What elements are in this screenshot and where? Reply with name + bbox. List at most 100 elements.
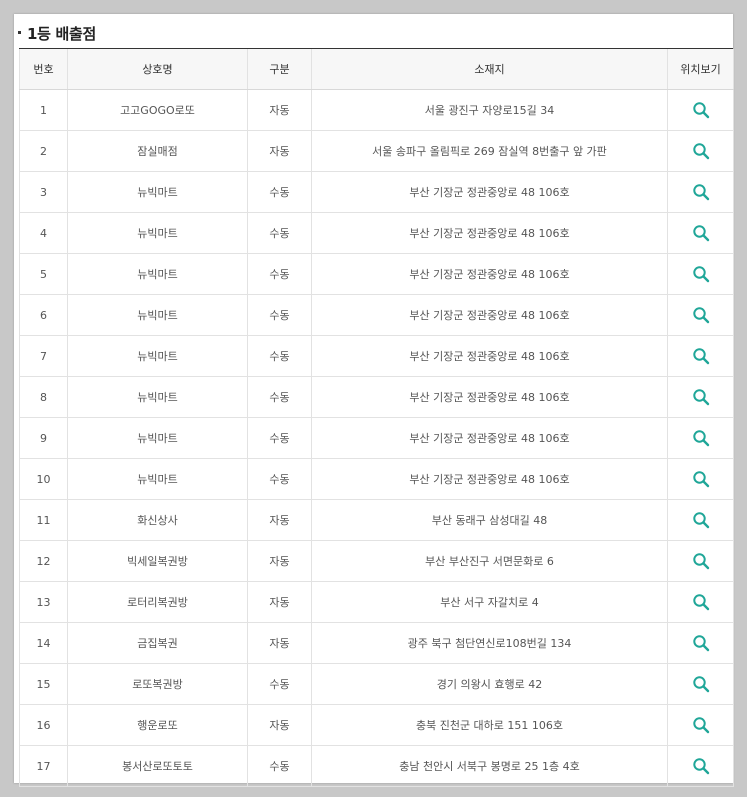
row-store-name: 잠실매점 [67,130,248,172]
row-location-cell [667,458,734,500]
search-icon[interactable] [692,552,710,570]
table-row: 7 뉴빅마트 수동 부산 기장군 정관중앙로 48 106호 [19,335,734,377]
row-address: 서울 광진구 자양로15길 34 [311,89,668,131]
row-store-name: 행운로또 [67,704,248,746]
row-type: 수동 [247,335,312,377]
search-icon[interactable] [692,634,710,652]
row-store-name: 고고GOGO로또 [67,89,248,131]
row-address: 부산 기장군 정관중앙로 48 106호 [311,253,668,295]
search-icon[interactable] [692,142,710,160]
search-icon[interactable] [692,265,710,283]
row-location-cell [667,581,734,623]
row-type: 수동 [247,212,312,254]
row-type: 수동 [247,376,312,418]
header-store-name: 상호명 [67,49,248,90]
search-icon[interactable] [692,306,710,324]
row-address: 부산 동래구 삼성대길 48 [311,499,668,541]
row-store-name: 금집복권 [67,622,248,664]
row-address: 부산 기장군 정관중앙로 48 106호 [311,458,668,500]
table-row: 15 로또복권방 수동 경기 의왕시 효행로 42 [19,663,734,705]
row-type: 자동 [247,704,312,746]
row-address: 광주 북구 첨단연신로108번길 134 [311,622,668,664]
row-number: 5 [19,253,68,295]
row-type: 수동 [247,253,312,295]
row-number: 8 [19,376,68,418]
search-icon[interactable] [692,347,710,365]
search-icon[interactable] [692,593,710,611]
row-type: 수동 [247,663,312,705]
row-location-cell [667,253,734,295]
table-row: 5 뉴빅마트 수동 부산 기장군 정관중앙로 48 106호 [19,253,734,295]
row-number: 7 [19,335,68,377]
stores-table: 번호 상호명 구분 소재지 위치보기 1 고고GOGO로또 자동 서울 광진구 자양로… [19,49,734,787]
row-address: 부산 기장군 정관중앙로 48 106호 [311,171,668,213]
row-number: 9 [19,417,68,459]
winning-stores-panel: 1등 배출점 번호 상호명 구분 소재지 위치보기 1 고고GOGO로또 자동 서울 … [14,14,734,787]
row-address: 부산 서구 자갈치로 4 [311,581,668,623]
search-icon[interactable] [692,511,710,529]
search-icon[interactable] [692,757,710,775]
row-type: 자동 [247,130,312,172]
row-type: 자동 [247,89,312,131]
header-address: 소재지 [311,49,668,90]
table-header-row: 번호 상호명 구분 소재지 위치보기 [19,49,734,90]
row-address: 서울 송파구 올림픽로 269 잠실역 8번출구 앞 가판 [311,130,668,172]
row-number: 12 [19,540,68,582]
search-icon[interactable] [692,716,710,734]
search-icon[interactable] [692,675,710,693]
row-address: 부산 기장군 정관중앙로 48 106호 [311,417,668,459]
row-address: 부산 부산진구 서면문화로 6 [311,540,668,582]
table-row: 8 뉴빅마트 수동 부산 기장군 정관중앙로 48 106호 [19,376,734,418]
row-address: 부산 기장군 정관중앙로 48 106호 [311,335,668,377]
search-icon[interactable] [692,101,710,119]
row-number: 10 [19,458,68,500]
row-number: 11 [19,499,68,541]
row-location-cell [667,540,734,582]
search-icon[interactable] [692,224,710,242]
table-row: 9 뉴빅마트 수동 부산 기장군 정관중앙로 48 106호 [19,417,734,459]
header-type: 구분 [247,49,312,90]
row-type: 자동 [247,499,312,541]
bullet-marker [18,30,21,34]
row-location-cell [667,130,734,172]
row-type: 자동 [247,540,312,582]
row-store-name: 로터리복권방 [67,581,248,623]
row-type: 자동 [247,622,312,664]
row-number: 2 [19,130,68,172]
table-row: 2 잠실매점 자동 서울 송파구 올림픽로 269 잠실역 8번출구 앞 가판 [19,130,734,172]
row-number: 17 [19,745,68,787]
row-number: 16 [19,704,68,746]
row-store-name: 뉴빅마트 [67,253,248,295]
row-address: 경기 의왕시 효행로 42 [311,663,668,705]
row-location-cell [667,89,734,131]
search-icon[interactable] [692,388,710,406]
section-header: 1등 배출점 [18,20,96,46]
row-address: 부산 기장군 정관중앙로 48 106호 [311,294,668,336]
row-location-cell [667,622,734,664]
row-location-cell [667,745,734,787]
row-number: 1 [19,89,68,131]
search-icon[interactable] [692,470,710,488]
row-address: 부산 기장군 정관중앙로 48 106호 [311,212,668,254]
header-location: 위치보기 [667,49,734,90]
row-location-cell [667,417,734,459]
table-row: 13 로터리복권방 자동 부산 서구 자갈치로 4 [19,581,734,623]
row-location-cell [667,335,734,377]
search-icon[interactable] [692,183,710,201]
row-number: 13 [19,581,68,623]
row-location-cell [667,376,734,418]
row-number: 15 [19,663,68,705]
section-title: 1등 배출점 [27,24,97,43]
row-store-name: 뉴빅마트 [67,171,248,213]
table-row: 12 빅세일복권방 자동 부산 부산진구 서면문화로 6 [19,540,734,582]
row-location-cell [667,704,734,746]
row-store-name: 뉴빅마트 [67,458,248,500]
row-store-name: 뉴빅마트 [67,212,248,254]
search-icon[interactable] [692,429,710,447]
row-location-cell [667,499,734,541]
table-body: 1 고고GOGO로또 자동 서울 광진구 자양로15길 34 2 잠실매점 자동 서울 송파구… [19,89,734,787]
row-location-cell [667,212,734,254]
row-store-name: 뉴빅마트 [67,376,248,418]
row-address: 부산 기장군 정관중앙로 48 106호 [311,376,668,418]
row-address: 충남 천안시 서북구 봉명로 25 1층 4호 [311,745,668,787]
